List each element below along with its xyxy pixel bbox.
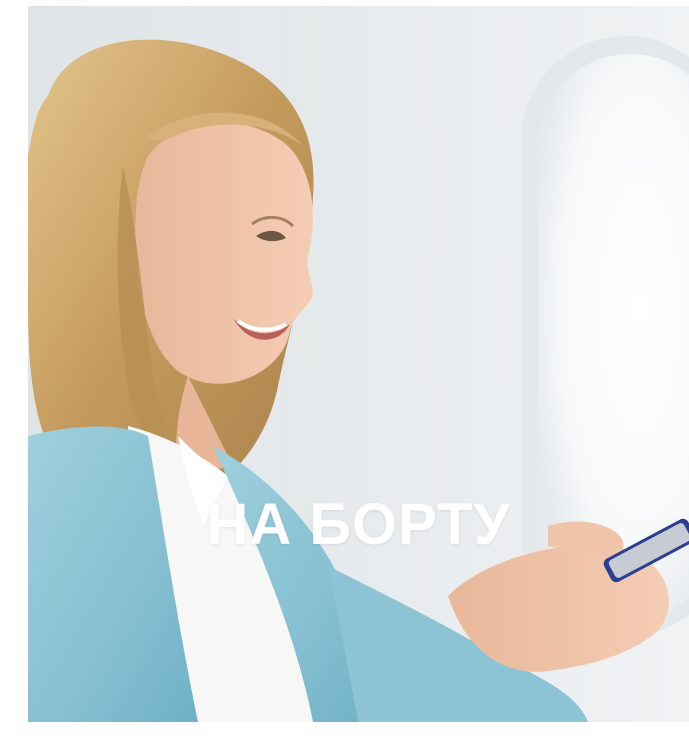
page: НА БОРТУ bbox=[0, 0, 689, 745]
hero-photo bbox=[28, 6, 689, 722]
hero-title: НА БОРТУ bbox=[206, 492, 511, 557]
hero-banner[interactable]: НА БОРТУ bbox=[28, 6, 689, 722]
